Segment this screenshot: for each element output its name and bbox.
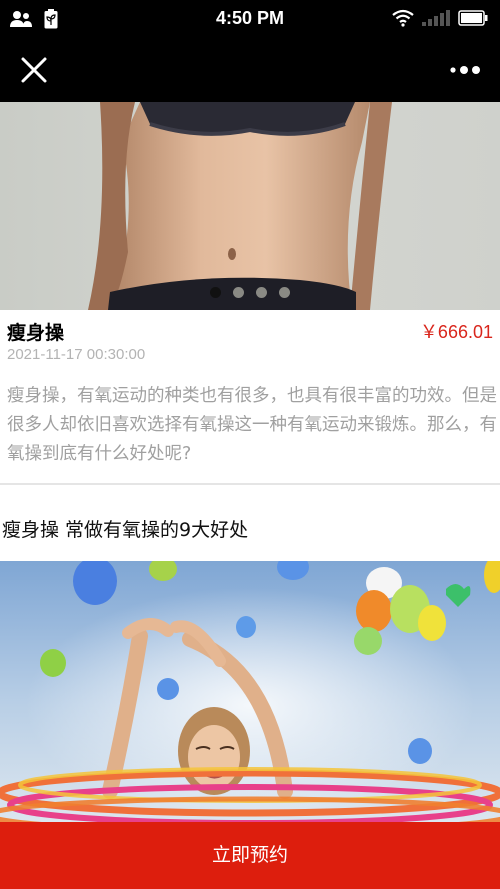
signal-icon [422,10,450,26]
more-icon[interactable] [448,58,482,82]
status-right-icons [392,9,488,27]
divider [0,483,500,485]
carousel-dots [0,287,500,298]
article-image [0,561,500,823]
hero-image [0,102,500,310]
carousel-dot[interactable] [279,287,290,298]
hero-carousel[interactable] [0,102,500,310]
nav-bar [0,38,500,102]
status-bar: 4:50 PM [0,0,500,38]
wifi-icon [392,9,414,27]
balloons-hula-hoop-image [0,561,500,823]
article-heading: 瘦身操 常做有氧操的9大好处 [2,519,249,541]
title-row: 瘦身操 ￥666.01 [7,318,493,344]
product-title: 瘦身操 [7,322,65,344]
product-description: 瘦身操，有氧运动的种类也有很多，也具有很丰富的功效。但是很多人却依旧喜欢选择有氧… [7,386,497,464]
carousel-dot[interactable] [233,287,244,298]
battery-icon [458,10,488,26]
product-price: ￥666.01 [419,322,493,342]
close-icon[interactable] [20,56,48,84]
product-date: 2021-11-17 00:30:00 [7,346,146,363]
book-now-button[interactable]: 立即预约 [0,822,500,889]
carousel-dot[interactable] [210,287,221,298]
carousel-dot[interactable] [256,287,267,298]
